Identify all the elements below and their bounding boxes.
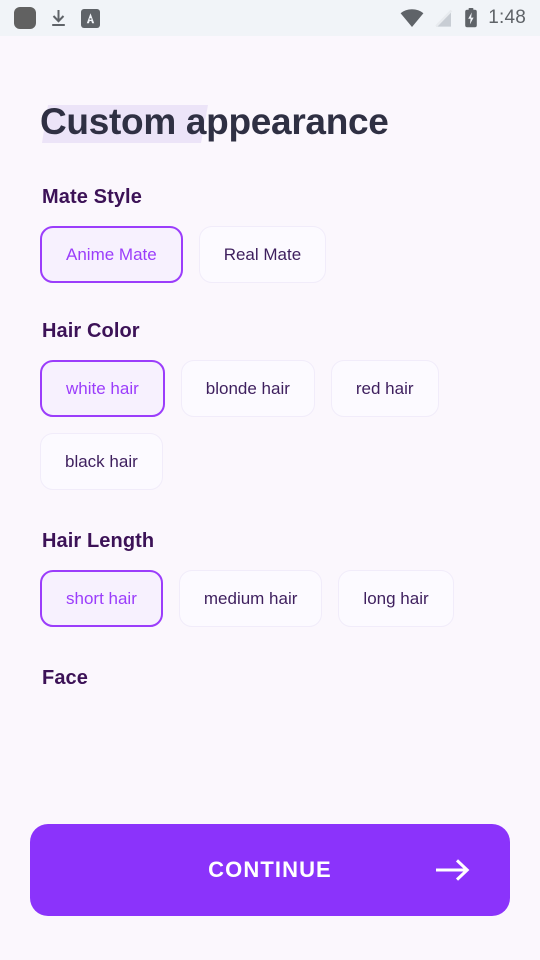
grammarly-a-icon bbox=[81, 8, 100, 28]
status-bar-right-icons: 1:48 bbox=[400, 7, 526, 29]
section-hair-length: Hair Length short hair medium hair long … bbox=[40, 530, 500, 627]
section-face: Face bbox=[40, 667, 500, 690]
chip-long-hair[interactable]: long hair bbox=[338, 570, 454, 627]
download-icon bbox=[49, 8, 68, 28]
chip-short-hair[interactable]: short hair bbox=[40, 570, 163, 627]
arrow-right-icon bbox=[434, 857, 472, 883]
continue-button-label: CONTINUE bbox=[208, 857, 332, 882]
chip-row-hair-color: white hair blonde hair red hair black ha… bbox=[40, 360, 500, 490]
section-title-hair-length: Hair Length bbox=[42, 530, 155, 552]
wifi-icon bbox=[400, 8, 424, 28]
chip-row-hair-length: short hair medium hair long hair bbox=[40, 570, 500, 627]
status-bar-clock: 1:48 bbox=[488, 7, 526, 28]
chip-real-mate[interactable]: Real Mate bbox=[198, 226, 327, 283]
chip-blonde-hair[interactable]: blonde hair bbox=[180, 360, 315, 417]
continue-button-container: CONTINUE bbox=[0, 824, 540, 916]
chip-anime-mate[interactable]: Anime Mate bbox=[40, 226, 183, 283]
chip-row-mate-style: Anime Mate Real Mate bbox=[40, 226, 500, 283]
status-bar-left-icons bbox=[14, 7, 100, 29]
no-signal-icon bbox=[434, 9, 454, 28]
chip-black-hair[interactable]: black hair bbox=[40, 433, 163, 490]
section-mate-style: Mate Style Anime Mate Real Mate bbox=[40, 186, 500, 283]
section-hair-color: Hair Color white hair blonde hair red ha… bbox=[40, 320, 500, 490]
section-title-mate-style: Mate Style bbox=[42, 186, 142, 208]
chip-white-hair[interactable]: white hair bbox=[40, 360, 165, 417]
options-scroll-area[interactable]: Custom appearance Mate Style Anime Mate … bbox=[0, 36, 540, 960]
battery-charging-icon bbox=[464, 8, 478, 28]
page-title-container: Custom appearance bbox=[40, 94, 500, 150]
chip-red-hair[interactable]: red hair bbox=[330, 360, 439, 417]
custom-appearance-screen: Custom appearance Mate Style Anime Mate … bbox=[0, 36, 540, 960]
chip-medium-hair[interactable]: medium hair bbox=[178, 570, 323, 627]
app-square-icon bbox=[14, 7, 36, 29]
page-title: Custom appearance bbox=[40, 101, 389, 142]
status-bar: 1:48 bbox=[0, 0, 540, 36]
continue-button[interactable]: CONTINUE bbox=[30, 824, 510, 916]
section-title-hair-color: Hair Color bbox=[42, 320, 140, 342]
section-title-face: Face bbox=[42, 667, 88, 689]
